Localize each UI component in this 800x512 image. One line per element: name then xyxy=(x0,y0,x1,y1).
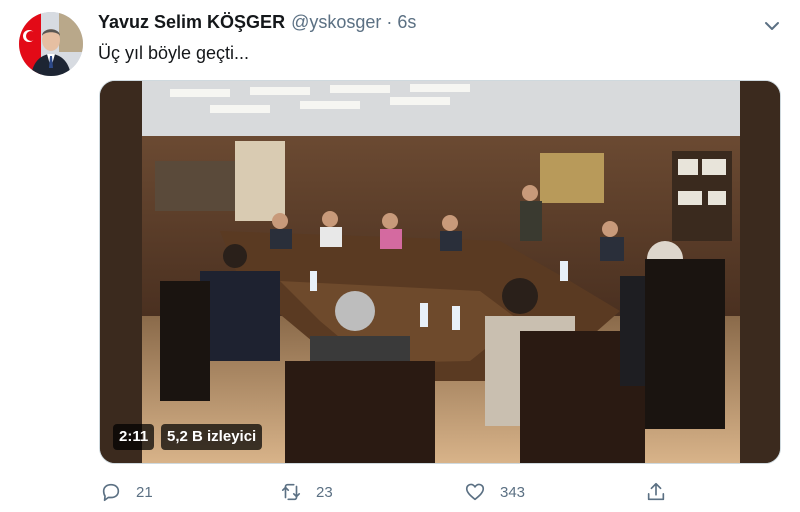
more-options-button[interactable] xyxy=(761,15,783,37)
avatar[interactable] xyxy=(19,12,83,76)
retweet-button[interactable]: 23 xyxy=(280,478,333,506)
video-duration-badge: 2:11 xyxy=(113,424,155,450)
share-button[interactable] xyxy=(645,478,667,506)
video-player[interactable] xyxy=(99,80,781,464)
tweet-actions: 21 23 343 xyxy=(0,478,800,506)
retweet-count: 23 xyxy=(316,483,333,501)
like-button[interactable]: 343 xyxy=(464,478,525,506)
tweet-text: Üç yıl böyle geçti... xyxy=(98,43,250,63)
reply-button[interactable]: 21 xyxy=(100,478,153,506)
retweet-icon xyxy=(281,483,301,501)
chevron-down-icon xyxy=(765,22,779,30)
author-name[interactable]: Yavuz Selim KÖŞGER xyxy=(98,12,285,33)
heart-icon xyxy=(465,483,485,501)
separator-dot: · xyxy=(386,12,393,32)
reply-count: 21 xyxy=(136,483,153,501)
video-views-badge: 5,2 B izleyici xyxy=(161,424,263,450)
tweet-header: Yavuz Selim KÖŞGER @yskosger · 6s xyxy=(98,12,416,36)
avatar-image xyxy=(19,12,83,76)
share-icon xyxy=(647,482,665,501)
like-count: 343 xyxy=(500,483,526,501)
author-handle[interactable]: @yskosger xyxy=(291,12,381,33)
video-thumbnail xyxy=(100,81,780,463)
reply-icon xyxy=(102,483,120,502)
tweet-timestamp[interactable]: 6s xyxy=(397,12,416,33)
